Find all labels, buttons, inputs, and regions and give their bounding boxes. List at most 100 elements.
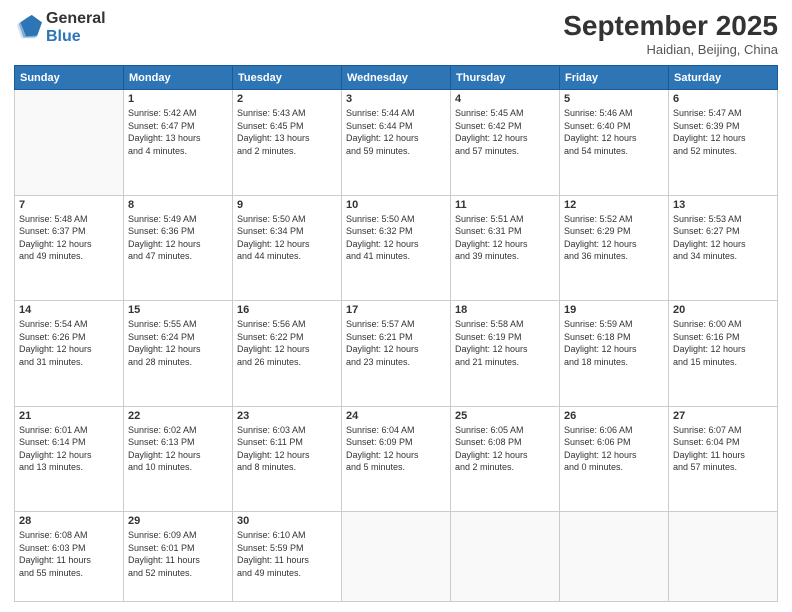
day-info: Sunrise: 5:54 AM Sunset: 6:26 PM Dayligh…	[19, 318, 119, 368]
col-thursday: Thursday	[451, 66, 560, 90]
col-saturday: Saturday	[669, 66, 778, 90]
table-row: 4 Sunrise: 5:45 AM Sunset: 6:42 PM Daylig…	[451, 90, 560, 196]
day-info: Sunrise: 5:52 AM Sunset: 6:29 PM Dayligh…	[564, 213, 664, 263]
table-row: 3 Sunrise: 5:44 AM Sunset: 6:44 PM Daylig…	[342, 90, 451, 196]
day-info: Sunrise: 6:05 AM Sunset: 6:08 PM Dayligh…	[455, 424, 555, 474]
table-row: 27 Sunrise: 6:07 AM Sunset: 6:04 PM Dayli…	[669, 406, 778, 512]
logo-text: General Blue	[46, 10, 106, 45]
day-info: Sunrise: 6:04 AM Sunset: 6:09 PM Dayligh…	[346, 424, 446, 474]
day-info: Sunrise: 6:00 AM Sunset: 6:16 PM Dayligh…	[673, 318, 773, 368]
table-row: 24 Sunrise: 6:04 AM Sunset: 6:09 PM Dayli…	[342, 406, 451, 512]
day-info: Sunrise: 6:06 AM Sunset: 6:06 PM Dayligh…	[564, 424, 664, 474]
table-row: 21 Sunrise: 6:01 AM Sunset: 6:14 PM Dayli…	[15, 406, 124, 512]
day-number: 25	[455, 410, 555, 422]
table-row	[669, 512, 778, 602]
day-number: 11	[455, 199, 555, 211]
month-title: September 2025	[563, 10, 778, 42]
day-info: Sunrise: 6:08 AM Sunset: 6:03 PM Dayligh…	[19, 529, 119, 579]
day-info: Sunrise: 6:03 AM Sunset: 6:11 PM Dayligh…	[237, 424, 337, 474]
day-info: Sunrise: 6:07 AM Sunset: 6:04 PM Dayligh…	[673, 424, 773, 474]
day-info: Sunrise: 5:56 AM Sunset: 6:22 PM Dayligh…	[237, 318, 337, 368]
table-row: 30 Sunrise: 6:10 AM Sunset: 5:59 PM Dayli…	[233, 512, 342, 602]
col-tuesday: Tuesday	[233, 66, 342, 90]
day-number: 20	[673, 304, 773, 316]
col-wednesday: Wednesday	[342, 66, 451, 90]
day-number: 13	[673, 199, 773, 211]
day-number: 9	[237, 199, 337, 211]
day-info: Sunrise: 5:49 AM Sunset: 6:36 PM Dayligh…	[128, 213, 228, 263]
table-row	[560, 512, 669, 602]
calendar-header-row: Sunday Monday Tuesday Wednesday Thursday…	[15, 66, 778, 90]
day-info: Sunrise: 6:09 AM Sunset: 6:01 PM Dayligh…	[128, 529, 228, 579]
header: General Blue September 2025 Haidian, Bei…	[14, 10, 778, 57]
table-row: 23 Sunrise: 6:03 AM Sunset: 6:11 PM Dayli…	[233, 406, 342, 512]
day-info: Sunrise: 5:48 AM Sunset: 6:37 PM Dayligh…	[19, 213, 119, 263]
day-number: 18	[455, 304, 555, 316]
day-info: Sunrise: 5:47 AM Sunset: 6:39 PM Dayligh…	[673, 107, 773, 157]
day-info: Sunrise: 5:43 AM Sunset: 6:45 PM Dayligh…	[237, 107, 337, 157]
page: General Blue September 2025 Haidian, Bei…	[0, 0, 792, 612]
day-number: 1	[128, 93, 228, 105]
day-info: Sunrise: 5:44 AM Sunset: 6:44 PM Dayligh…	[346, 107, 446, 157]
table-row	[342, 512, 451, 602]
day-info: Sunrise: 5:50 AM Sunset: 6:32 PM Dayligh…	[346, 213, 446, 263]
table-row: 17 Sunrise: 5:57 AM Sunset: 6:21 PM Dayli…	[342, 301, 451, 407]
table-row: 14 Sunrise: 5:54 AM Sunset: 6:26 PM Dayli…	[15, 301, 124, 407]
day-number: 3	[346, 93, 446, 105]
day-info: Sunrise: 6:02 AM Sunset: 6:13 PM Dayligh…	[128, 424, 228, 474]
day-number: 26	[564, 410, 664, 422]
table-row: 9 Sunrise: 5:50 AM Sunset: 6:34 PM Daylig…	[233, 195, 342, 301]
day-number: 28	[19, 515, 119, 527]
day-info: Sunrise: 5:45 AM Sunset: 6:42 PM Dayligh…	[455, 107, 555, 157]
day-number: 8	[128, 199, 228, 211]
table-row: 29 Sunrise: 6:09 AM Sunset: 6:01 PM Dayli…	[124, 512, 233, 602]
day-number: 5	[564, 93, 664, 105]
day-number: 24	[346, 410, 446, 422]
day-info: Sunrise: 5:57 AM Sunset: 6:21 PM Dayligh…	[346, 318, 446, 368]
day-number: 10	[346, 199, 446, 211]
day-info: Sunrise: 5:53 AM Sunset: 6:27 PM Dayligh…	[673, 213, 773, 263]
table-row: 6 Sunrise: 5:47 AM Sunset: 6:39 PM Daylig…	[669, 90, 778, 196]
calendar-table: Sunday Monday Tuesday Wednesday Thursday…	[14, 65, 778, 602]
day-number: 12	[564, 199, 664, 211]
table-row: 22 Sunrise: 6:02 AM Sunset: 6:13 PM Dayli…	[124, 406, 233, 512]
day-number: 23	[237, 410, 337, 422]
day-number: 22	[128, 410, 228, 422]
table-row: 25 Sunrise: 6:05 AM Sunset: 6:08 PM Dayli…	[451, 406, 560, 512]
table-row: 7 Sunrise: 5:48 AM Sunset: 6:37 PM Daylig…	[15, 195, 124, 301]
day-number: 6	[673, 93, 773, 105]
table-row: 2Sunrise: 5:43 AM Sunset: 6:45 PM Daylig…	[233, 90, 342, 196]
table-row: 28 Sunrise: 6:08 AM Sunset: 6:03 PM Dayli…	[15, 512, 124, 602]
table-row: 13 Sunrise: 5:53 AM Sunset: 6:27 PM Dayli…	[669, 195, 778, 301]
day-number: 21	[19, 410, 119, 422]
day-info: Sunrise: 6:10 AM Sunset: 5:59 PM Dayligh…	[237, 529, 337, 579]
day-number: 29	[128, 515, 228, 527]
col-friday: Friday	[560, 66, 669, 90]
table-row: 11Sunrise: 5:51 AM Sunset: 6:31 PM Dayli…	[451, 195, 560, 301]
table-row: 8 Sunrise: 5:49 AM Sunset: 6:36 PM Daylig…	[124, 195, 233, 301]
table-row: 26 Sunrise: 6:06 AM Sunset: 6:06 PM Dayli…	[560, 406, 669, 512]
table-row	[15, 90, 124, 196]
table-row: 1Sunrise: 5:42 AM Sunset: 6:47 PM Daylig…	[124, 90, 233, 196]
day-number: 27	[673, 410, 773, 422]
day-info: Sunrise: 5:58 AM Sunset: 6:19 PM Dayligh…	[455, 318, 555, 368]
col-sunday: Sunday	[15, 66, 124, 90]
table-row: 20 Sunrise: 6:00 AM Sunset: 6:16 PM Dayli…	[669, 301, 778, 407]
day-number: 30	[237, 515, 337, 527]
table-row: 12 Sunrise: 5:52 AM Sunset: 6:29 PM Dayli…	[560, 195, 669, 301]
day-info: Sunrise: 5:50 AM Sunset: 6:34 PM Dayligh…	[237, 213, 337, 263]
day-info: Sunrise: 5:59 AM Sunset: 6:18 PM Dayligh…	[564, 318, 664, 368]
table-row	[451, 512, 560, 602]
day-number: 14	[19, 304, 119, 316]
table-row: 18 Sunrise: 5:58 AM Sunset: 6:19 PM Dayli…	[451, 301, 560, 407]
day-info: Sunrise: 6:01 AM Sunset: 6:14 PM Dayligh…	[19, 424, 119, 474]
day-info: Sunrise: 5:46 AM Sunset: 6:40 PM Dayligh…	[564, 107, 664, 157]
day-number: 15	[128, 304, 228, 316]
day-number: 16	[237, 304, 337, 316]
title-block: September 2025 Haidian, Beijing, China	[563, 10, 778, 57]
day-number: 17	[346, 304, 446, 316]
day-number: 4	[455, 93, 555, 105]
col-monday: Monday	[124, 66, 233, 90]
day-number: 19	[564, 304, 664, 316]
day-number: 7	[19, 199, 119, 211]
